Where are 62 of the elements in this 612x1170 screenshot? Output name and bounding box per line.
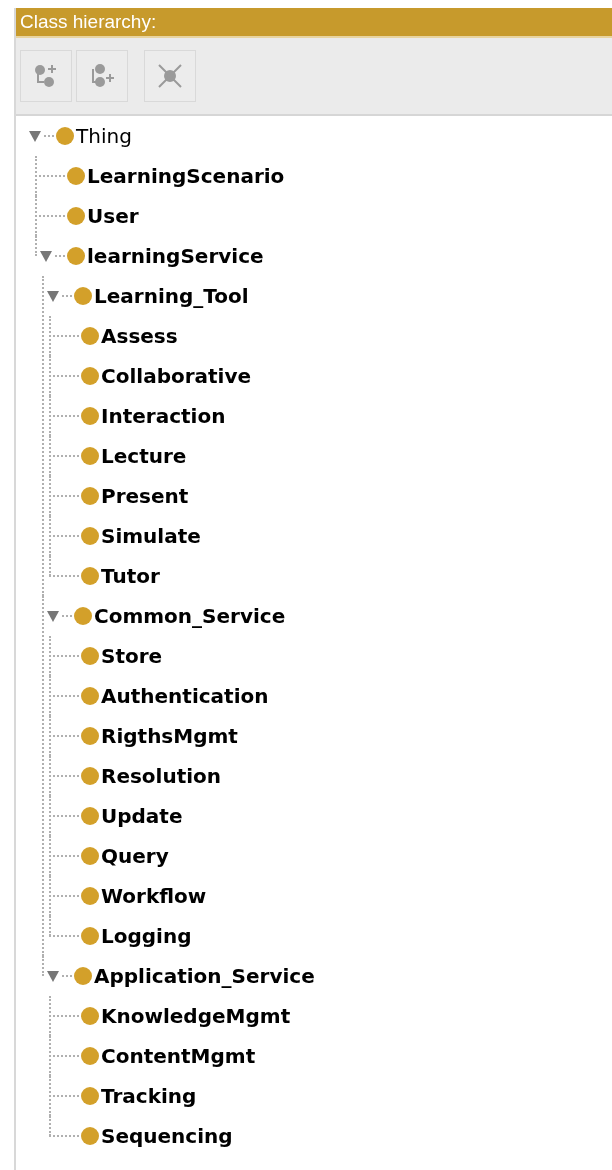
class-node-icon (81, 927, 99, 945)
class-label[interactable]: Lecture (101, 441, 187, 471)
add-child-button[interactable] (20, 50, 72, 102)
class-node-icon (81, 887, 99, 905)
class-label[interactable]: Logging (101, 921, 192, 951)
class-node-icon (67, 167, 85, 185)
class-label[interactable]: Sequencing (101, 1121, 233, 1151)
class-node-icon (56, 127, 74, 145)
class-node-icon (81, 1127, 99, 1145)
class-label[interactable]: learningService (87, 241, 264, 271)
expand-toggle[interactable] (46, 969, 60, 983)
class-label[interactable]: Interaction (101, 401, 226, 431)
class-label[interactable]: Query (101, 841, 169, 871)
class-label[interactable]: Assess (101, 321, 178, 351)
class-node-icon (67, 207, 85, 225)
class-label[interactable]: Simulate (101, 521, 201, 551)
class-node-icon (74, 967, 92, 985)
class-node-icon (81, 767, 99, 785)
class-node-icon (67, 247, 85, 265)
class-label[interactable]: Update (101, 801, 183, 831)
class-node-icon (81, 807, 99, 825)
class-label[interactable]: LearningScenario (87, 161, 285, 191)
expand-toggle[interactable] (28, 129, 42, 143)
class-label[interactable]: Authentication (101, 681, 269, 711)
panel-title: Class hierarchy: (20, 9, 157, 34)
expand-toggle[interactable] (39, 249, 53, 263)
class-label[interactable]: Present (101, 481, 189, 511)
class-label[interactable]: Thing (76, 121, 132, 151)
expand-toggle[interactable] (46, 289, 60, 303)
class-node-icon (81, 567, 99, 585)
class-node-icon (81, 1047, 99, 1065)
class-node-icon (81, 727, 99, 745)
class-node-icon (81, 1007, 99, 1025)
class-node-icon (81, 367, 99, 385)
expand-toggle[interactable] (46, 609, 60, 623)
class-label[interactable]: RigthsMgmt (101, 721, 238, 751)
class-node-icon (81, 447, 99, 465)
class-node-icon (81, 327, 99, 345)
class-label[interactable]: Tracking (101, 1081, 197, 1111)
class-node-icon (81, 527, 99, 545)
delete-icon (156, 62, 184, 90)
class-label[interactable]: Collaborative (101, 361, 252, 391)
class-node-icon (81, 487, 99, 505)
class-label[interactable]: Common_Service (94, 601, 286, 631)
class-node-icon (81, 407, 99, 425)
class-label[interactable]: Resolution (101, 761, 222, 791)
class-node-icon (81, 647, 99, 665)
class-label[interactable]: Application_Service (94, 961, 315, 991)
class-node-icon (74, 287, 92, 305)
class-label[interactable]: Workflow (101, 881, 207, 911)
class-label[interactable]: Learning_Tool (94, 281, 249, 311)
class-label[interactable]: KnowledgeMgmt (101, 1001, 291, 1031)
class-label[interactable]: Tutor (101, 561, 160, 591)
add-sibling-button[interactable] (76, 50, 128, 102)
delete-button[interactable] (144, 50, 196, 102)
class-node-icon (81, 687, 99, 705)
class-label[interactable]: User (87, 201, 139, 231)
class-node-icon (81, 1087, 99, 1105)
class-node-icon (81, 847, 99, 865)
class-node-icon (74, 607, 92, 625)
class-label[interactable]: ContentMgmt (101, 1041, 256, 1071)
class-label[interactable]: Store (101, 641, 163, 671)
